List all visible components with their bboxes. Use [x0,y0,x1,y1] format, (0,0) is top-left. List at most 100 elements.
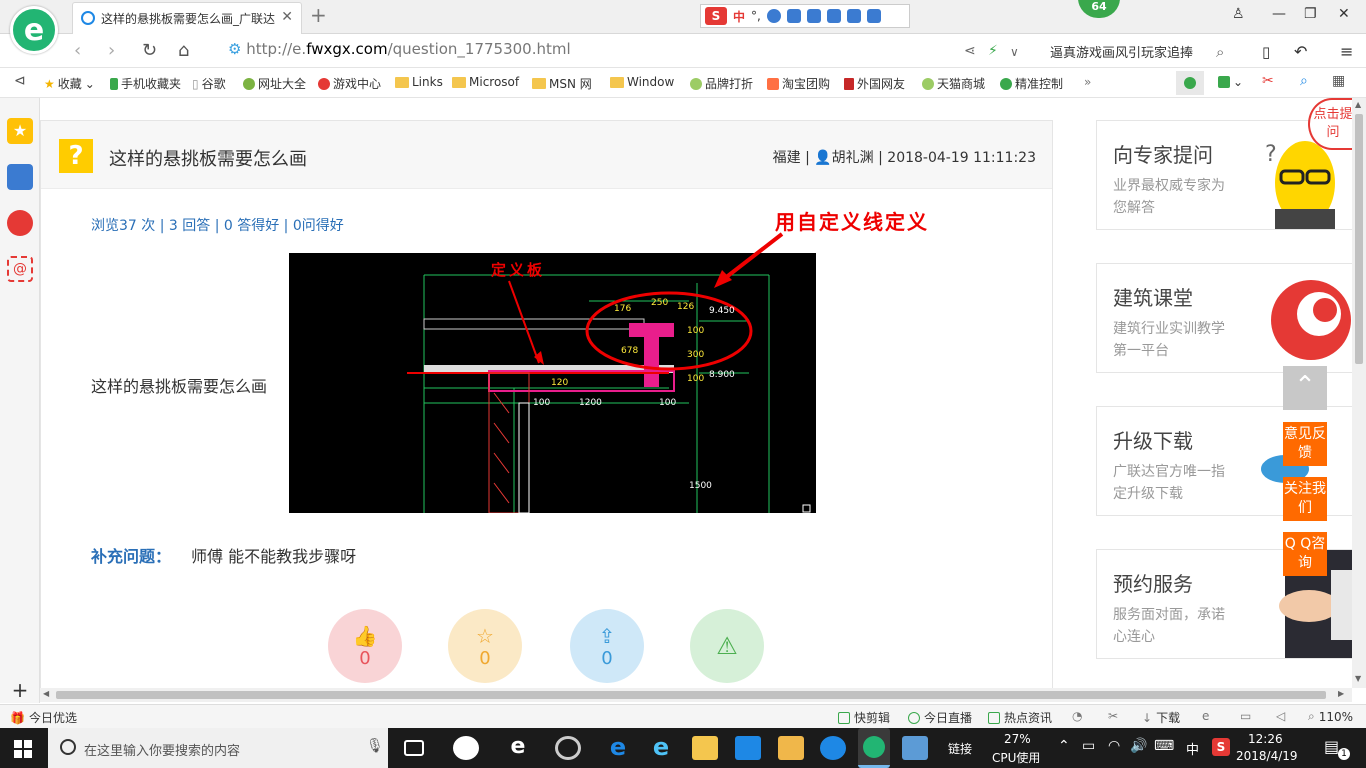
notes-icon[interactable] [778,736,804,760]
yen-icon[interactable] [1176,71,1204,95]
scroll-left-icon[interactable]: ◀ [43,689,49,698]
back-to-top-button[interactable]: ⌃ [1283,366,1327,410]
keyboard-icon[interactable] [806,9,821,23]
ie2345-icon[interactable]: e [505,736,531,760]
menu-icon[interactable]: ≡ [1340,42,1353,61]
bookmark-item[interactable]: 天猫商城 [922,75,985,92]
list-icon[interactable] [7,164,33,190]
favorite-button[interactable]: ☆ 0 [448,609,522,683]
pinwheel-app-icon[interactable] [453,736,479,760]
ie-mode-icon[interactable]: e [1202,709,1209,723]
follow-us-button[interactable]: 关注我们 [1283,477,1327,521]
search-suggestion[interactable]: 逼真游戏画风引玩家追捧 [1050,42,1193,61]
browser-logo-icon[interactable]: e [10,6,58,54]
internet-explorer-icon[interactable]: e [648,735,674,760]
cut-icon[interactable]: ✂ [1262,73,1274,89]
grid-icon[interactable]: ▦ [1332,73,1345,89]
back-icon[interactable]: ‹ [74,40,81,61]
translate-icon[interactable]: ⌄ [1218,75,1243,89]
phone-icon[interactable]: ▯ [1262,43,1270,61]
mic-icon[interactable] [786,9,801,23]
bookmark-item[interactable]: 精准控制 [1000,75,1063,92]
horizontal-scrollbar[interactable]: ◀ ▶ [40,688,1352,702]
notification-icon[interactable]: ▤ [1324,737,1339,756]
zoom-level[interactable]: ⌕ 110% [1308,709,1353,724]
scroll-down-icon[interactable]: ▼ [1355,674,1361,683]
share-button[interactable]: ⇪ 0 [570,609,644,683]
favorites-star-icon[interactable]: ★ [7,118,33,144]
file-explorer-icon[interactable] [692,736,718,760]
tab-active[interactable]: 这样的悬挑板需要怎么画_广联达 ✕ [72,2,302,34]
card-building-class[interactable]: 建筑课堂 建筑行业实训教学第一平台 [1096,263,1352,373]
tools-icon[interactable]: ✂ [1108,709,1118,723]
ime-indicator[interactable]: 中 [1186,739,1199,758]
question-author[interactable]: 胡礼渊 [832,150,874,166]
search-icon[interactable]: ⌕ [1216,43,1224,61]
restore-icon[interactable]: ❐ [1304,6,1317,22]
wifi-icon[interactable]: ◠ [1108,738,1120,754]
bookmark-item[interactable]: 手机收藏夹 [110,75,181,92]
scroll-right-icon[interactable]: ▶ [1338,689,1344,698]
window-icon[interactable]: ▭ [1240,709,1251,723]
edge-icon[interactable]: e [605,735,631,760]
vertical-scroll-thumb[interactable] [1355,114,1363,364]
question-image[interactable]: 176 250 126 9.450 100 300 100 8.900 120 … [289,253,816,513]
bookmark-item[interactable]: ★ 收藏 ⌄ [44,75,95,92]
forward-icon[interactable]: › [108,40,115,61]
taskbar-link[interactable]: 链接 [948,740,972,757]
browser-app-icon[interactable] [555,736,581,760]
undo-icon[interactable]: ↶ [1294,42,1307,61]
bookmark-item[interactable]: 外国网友 [844,75,905,92]
add-sidebar-icon[interactable]: + [0,678,40,702]
bookmark-item[interactable]: Window [610,75,674,89]
email-icon[interactable]: @ [7,256,33,282]
store-icon[interactable] [735,736,761,760]
question-region[interactable]: 福建 [773,150,801,166]
active-browser-icon[interactable] [858,728,890,768]
clock-time[interactable]: 12:26 [1248,732,1283,746]
shirt-icon[interactable] [846,9,861,23]
bookmark-item[interactable]: Links [395,75,443,89]
daily-picks[interactable]: 🎁 今日优选 [10,709,77,726]
sidebar-toggle-icon[interactable]: ⊲ [14,73,26,89]
user-icon[interactable] [826,9,841,23]
close-window-icon[interactable]: ✕ [1338,6,1350,22]
vertical-scrollbar[interactable]: ▲ ▼ [1352,98,1366,688]
tab-close-icon[interactable]: ✕ [281,9,293,25]
bookmark-item[interactable]: 网址大全 [243,75,306,92]
wrench-icon[interactable] [866,9,881,23]
points-badge[interactable]: 64 [1078,0,1120,18]
status-item[interactable]: 今日直播 [908,709,972,726]
clock-date[interactable]: 2018/4/19 [1236,749,1298,763]
network-app-icon[interactable] [902,736,928,760]
emoji-icon[interactable] [766,9,781,23]
find-icon[interactable]: ⌕ [1300,73,1308,89]
bookmark-item[interactable]: 品牌打折 [690,75,753,92]
glodon-app-icon[interactable] [820,736,846,760]
bookmark-item[interactable]: 游戏中心 [318,75,381,92]
dropdown-icon[interactable]: ∨ [1010,45,1019,59]
bookmark-item[interactable]: ▯ 谷歌 [192,75,226,92]
weibo-icon[interactable] [7,210,33,236]
ime-punct[interactable]: °, [751,9,761,23]
windows-start-icon[interactable] [14,740,32,758]
battery-icon[interactable]: ▭ [1082,738,1095,754]
bookmark-item[interactable]: MSN 网 [532,75,592,92]
ime-lang[interactable]: 中 [733,8,745,25]
volume-icon[interactable]: 🔊 [1130,738,1147,754]
tray-expand-icon[interactable]: ⌃ [1058,738,1070,754]
like-button[interactable]: 👍 0 [328,609,402,683]
report-button[interactable]: ⚠ [690,609,764,683]
new-tab-button[interactable]: + [310,3,327,27]
taskbar-search-input[interactable]: 在这里输入你要搜索的内容 🎙 [48,728,388,768]
more-bookmarks-icon[interactable]: » [1084,75,1091,89]
share-icon[interactable]: ⋖ [964,43,976,59]
sogou-icon[interactable]: S [705,7,727,25]
home-icon[interactable]: ⌂ [178,40,189,61]
bookmark-item[interactable]: Microsof [452,75,519,89]
keyboard-icon[interactable]: ⌨ [1154,738,1174,754]
download-status[interactable]: ↓ 下载 [1142,709,1180,726]
horizontal-scroll-thumb[interactable] [56,691,1326,699]
sogou-tray-icon[interactable]: S [1212,738,1230,756]
feedback-button[interactable]: 意见反馈 [1283,422,1327,466]
